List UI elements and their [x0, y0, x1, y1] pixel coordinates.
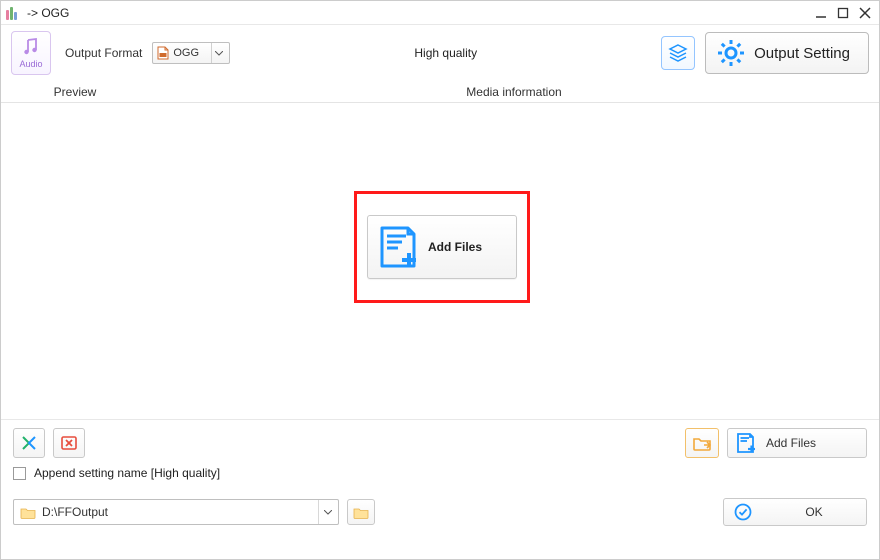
browse-folder-button[interactable] — [347, 499, 375, 525]
gear-icon — [716, 38, 746, 68]
delete-icon — [60, 434, 78, 452]
ok-button[interactable]: OK — [723, 498, 867, 526]
close-button[interactable] — [859, 7, 871, 19]
media-info-column-header: Media information — [149, 85, 879, 99]
output-format-label: Output Format — [65, 46, 142, 60]
add-files-label: Add Files — [766, 436, 816, 450]
maximize-button[interactable] — [837, 7, 849, 19]
file-icon — [157, 46, 169, 60]
open-output-folder-button[interactable] — [685, 428, 719, 458]
titlebar: -> OGG — [1, 1, 879, 25]
check-circle-icon — [734, 503, 752, 521]
add-document-icon — [736, 432, 756, 454]
output-path-select[interactable]: D:\FFOutput — [13, 499, 339, 525]
layers-icon — [668, 43, 688, 63]
minimize-button[interactable] — [815, 7, 827, 19]
output-format-select[interactable]: OGG — [152, 42, 230, 64]
delete-button[interactable] — [53, 428, 85, 458]
output-setting-button[interactable]: Output Setting — [705, 32, 869, 74]
add-files-button[interactable]: Add Files — [727, 428, 867, 458]
output-setting-label: Output Setting — [754, 45, 850, 62]
merge-button[interactable] — [13, 428, 45, 458]
chevron-down-icon — [318, 500, 336, 524]
add-files-center-label: Add Files — [428, 240, 482, 254]
app-icon — [5, 5, 21, 21]
layers-button[interactable] — [661, 36, 695, 70]
audio-mode-button[interactable]: Audio — [11, 31, 51, 75]
folder-icon — [353, 506, 369, 519]
output-path-value: D:\FFOutput — [42, 505, 108, 519]
add-document-icon — [378, 225, 418, 269]
output-format-value: OGG — [173, 47, 199, 59]
append-setting-checkbox[interactable] — [13, 467, 26, 480]
folder-icon — [20, 506, 36, 519]
quality-label: High quality — [240, 46, 651, 60]
preview-column-header: Preview — [1, 85, 149, 99]
chevron-down-icon — [211, 43, 225, 63]
add-files-center-button[interactable]: Add Files — [367, 215, 517, 279]
merge-icon — [20, 434, 38, 452]
toolbar: Audio Output Format OGG High quality — [1, 25, 879, 81]
append-setting-label: Append setting name [High quality] — [34, 466, 220, 480]
music-note-icon — [21, 37, 41, 57]
audio-mode-label: Audio — [19, 59, 42, 69]
ok-label: OK — [776, 505, 852, 519]
column-headers: Preview Media information — [1, 81, 879, 103]
window-title: -> OGG — [27, 6, 815, 20]
file-drop-area[interactable]: Add Files — [1, 103, 879, 419]
folder-export-icon — [692, 434, 712, 452]
bottom-panel: Add Files Append setting name [High qual… — [1, 419, 879, 536]
